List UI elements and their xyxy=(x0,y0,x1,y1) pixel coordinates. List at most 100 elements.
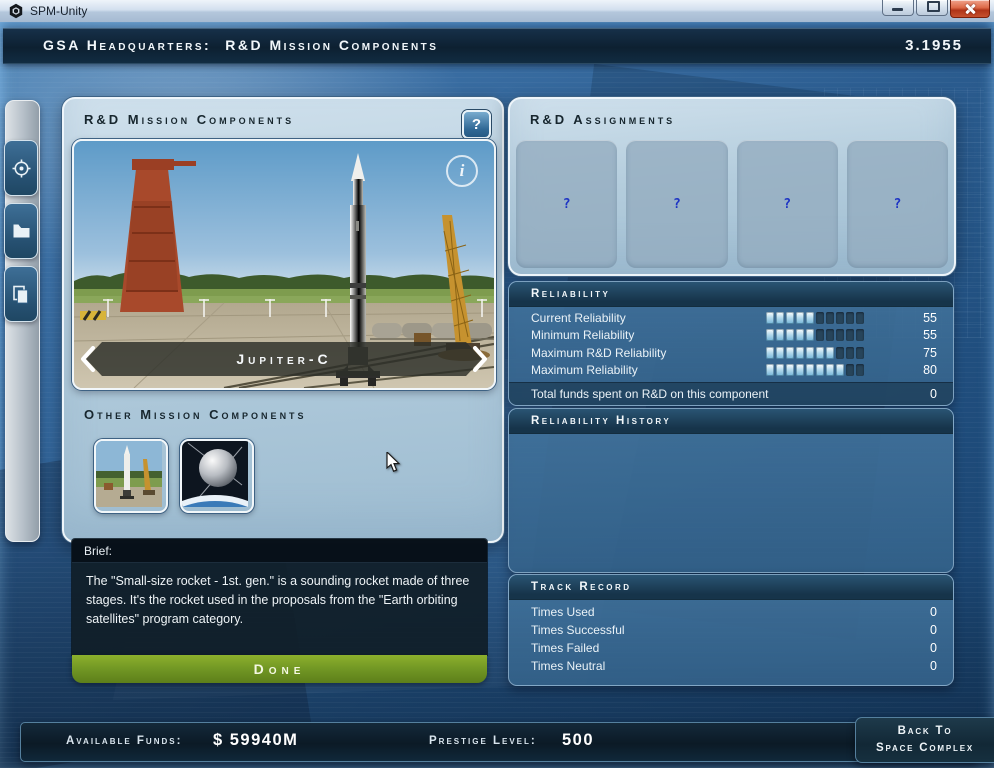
available-funds-label: Available Funds: xyxy=(66,735,183,747)
reliability-row-label: Current Reliability xyxy=(531,310,626,325)
brief-text: The "Small-size rocket - 1st. gen." is a… xyxy=(86,574,470,626)
carousel-name-banner: Jupiter-C xyxy=(86,342,482,376)
info-icon[interactable]: i xyxy=(446,155,478,187)
assignment-slots: ? ? ? ? xyxy=(516,140,948,268)
reliability-row-label: Maximum Reliability xyxy=(531,363,638,378)
screen-location: GSA Headquarters: xyxy=(43,37,212,53)
thumbnail-small-rocket[interactable] xyxy=(94,439,168,513)
track-row-label: Times Used xyxy=(531,605,595,619)
reliability-total-label: Total funds spent on R&D on this compone… xyxy=(531,387,769,401)
track-record-rows: Times Used 0 Times Successful 0 Times Fa… xyxy=(509,603,953,675)
reliability-row: Minimum Reliability 55 xyxy=(509,327,953,345)
reliability-history-title: Reliability History xyxy=(531,415,672,427)
available-funds-value: $ 59940M xyxy=(213,731,299,749)
track-row-label: Times Failed xyxy=(531,641,600,655)
other-components-title: Other Mission Components xyxy=(84,407,307,422)
reliability-row-value: 80 xyxy=(923,363,937,378)
track-row-value: 0 xyxy=(930,623,937,637)
back-button-line2: Space Complex xyxy=(876,742,974,754)
slot-question-mark: ? xyxy=(562,196,571,212)
sidebar-tab-documents[interactable] xyxy=(4,266,38,322)
reliability-total-row: Total funds spent on R&D on this compone… xyxy=(509,382,953,405)
carousel-next-button[interactable] xyxy=(467,340,493,378)
assignment-slot-1[interactable]: ? xyxy=(516,140,618,268)
track-row-label: Times Successful xyxy=(531,623,625,637)
reliability-segment-bar xyxy=(766,364,864,377)
help-button[interactable]: ? xyxy=(462,110,491,139)
done-button[interactable]: Done xyxy=(72,655,487,683)
mission-components-panel: R&D Mission Components ? i Jupiter-C Oth… xyxy=(62,97,504,543)
reliability-segment-bar xyxy=(766,329,864,342)
thumbnail-satellite[interactable] xyxy=(180,439,254,513)
mouse-cursor xyxy=(386,452,401,472)
footer-bar: Available Funds: $ 59940M Prestige Level… xyxy=(20,722,977,762)
sidebar-tab-missions[interactable] xyxy=(4,140,38,196)
assignments-title: R&D Assignments xyxy=(530,112,676,127)
done-button-label: Done xyxy=(253,661,306,677)
reliability-title: Reliability xyxy=(531,288,611,300)
reliability-row-label: Maximum R&D Reliability xyxy=(531,345,667,360)
track-row-value: 0 xyxy=(930,605,937,619)
prestige-level-label: Prestige Level: xyxy=(429,735,537,747)
os-titlebar: SPM-Unity xyxy=(0,0,994,23)
reliability-row-value: 75 xyxy=(923,345,937,360)
documents-icon xyxy=(13,285,28,303)
screen-name: R&D Mission Components xyxy=(225,37,439,53)
reliability-row-value: 55 xyxy=(923,328,937,343)
selected-component-name: Jupiter-C xyxy=(236,351,332,367)
component-carousel: i Jupiter-C xyxy=(72,139,496,390)
assignment-slot-2[interactable]: ? xyxy=(626,140,728,268)
reliability-row-value: 55 xyxy=(923,310,937,325)
slot-question-mark: ? xyxy=(783,196,792,212)
close-button[interactable] xyxy=(950,0,990,18)
rocket-thumb-image xyxy=(96,441,162,507)
brief-label: Brief: xyxy=(72,539,487,563)
brief-panel: Brief: The "Small-size rocket - 1st. gen… xyxy=(72,539,487,655)
sidebar-tab-archive[interactable] xyxy=(4,203,38,259)
minimize-button[interactable] xyxy=(882,0,914,16)
assignment-slot-3[interactable]: ? xyxy=(736,140,838,268)
assignments-panel: R&D Assignments ? ? ? ? xyxy=(508,97,956,276)
screen-header: GSA Headquarters: R&D Mission Components … xyxy=(3,28,991,64)
window-title: SPM-Unity xyxy=(30,4,88,18)
reliability-row: Maximum R&D Reliability 75 xyxy=(509,344,953,362)
prestige-level-value: 500 xyxy=(562,731,595,749)
screen-title: GSA Headquarters: R&D Mission Components xyxy=(43,37,438,53)
chevron-right-icon xyxy=(473,346,487,372)
slot-question-mark: ? xyxy=(893,196,902,212)
assignment-slot-4[interactable]: ? xyxy=(846,140,948,268)
maximize-button[interactable] xyxy=(916,0,948,16)
reliability-segment-bar xyxy=(766,346,864,359)
back-to-space-complex-button[interactable]: Back To Space Complex xyxy=(855,717,994,763)
reliability-total-value: 0 xyxy=(930,387,937,401)
track-row-value: 0 xyxy=(930,641,937,655)
reliability-row: Current Reliability 55 xyxy=(509,309,953,327)
track-record-title: Track Record xyxy=(531,581,632,593)
track-record-row: Times Failed 0 xyxy=(509,639,953,657)
game-date: 3.1955 xyxy=(905,37,963,54)
track-row-label: Times Neutral xyxy=(531,659,606,673)
satellite-thumb-image xyxy=(182,441,248,507)
reliability-segment-bar xyxy=(766,311,864,324)
close-icon xyxy=(964,3,976,15)
track-record-row: Times Successful 0 xyxy=(509,621,953,639)
unity-logo-icon xyxy=(9,3,23,19)
game-viewport: GSA Headquarters: R&D Mission Components … xyxy=(0,22,994,768)
track-record-row: Times Used 0 xyxy=(509,603,953,621)
track-record-row: Times Neutral 0 xyxy=(509,657,953,675)
app-window: SPM-Unity GSA Headquarters: R&D Mission C… xyxy=(0,0,994,768)
slot-question-mark: ? xyxy=(672,196,681,212)
back-button-line1: Back To xyxy=(897,724,953,737)
track-record-panel: Track Record Times Used 0 Times Successf… xyxy=(508,574,954,686)
track-row-value: 0 xyxy=(930,659,937,673)
mission-components-title: R&D Mission Components xyxy=(84,112,295,127)
maximize-icon xyxy=(927,1,940,12)
reliability-row: Maximum Reliability 80 xyxy=(509,362,953,380)
reliability-history-panel: Reliability History xyxy=(508,408,954,573)
target-icon xyxy=(12,159,30,177)
reliability-row-label: Minimum Reliability xyxy=(531,328,635,343)
folder-icon xyxy=(13,224,29,238)
reliability-panel: Reliability Current Reliability 55 Minim… xyxy=(508,281,954,406)
minimize-icon xyxy=(892,8,903,11)
reliability-rows: Current Reliability 55 Minimum Reliabili… xyxy=(509,309,953,379)
